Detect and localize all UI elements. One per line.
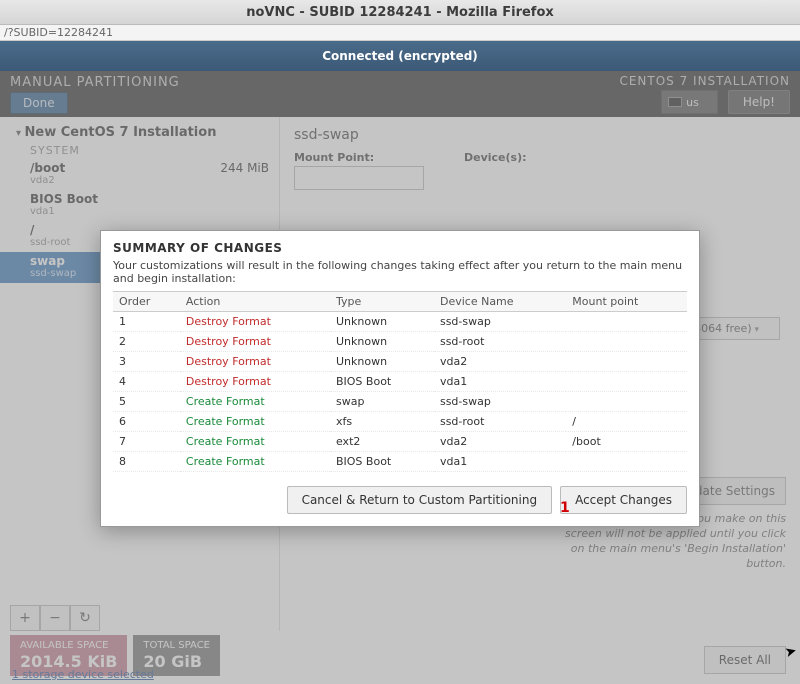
col-mount: Mount point bbox=[566, 292, 687, 312]
col-action: Action bbox=[180, 292, 330, 312]
table-row[interactable]: 1Destroy FormatUnknownssd-swap bbox=[113, 312, 687, 332]
cell-action: Create Format bbox=[180, 392, 330, 412]
cell-action: Create Format bbox=[180, 452, 330, 472]
cell-mount: / bbox=[566, 412, 687, 432]
cell-type: Unknown bbox=[330, 352, 434, 372]
cell-mount bbox=[566, 312, 687, 332]
cell-mount bbox=[566, 452, 687, 472]
col-order: Order bbox=[113, 292, 180, 312]
cell-action: Destroy Format bbox=[180, 352, 330, 372]
cell-mount bbox=[566, 392, 687, 412]
cell-order: 1 bbox=[113, 312, 180, 332]
cell-order: 4 bbox=[113, 372, 180, 392]
cell-mount bbox=[566, 372, 687, 392]
table-row[interactable]: 3Destroy FormatUnknownvda2 bbox=[113, 352, 687, 372]
table-row[interactable]: 5Create Formatswapssd-swap bbox=[113, 392, 687, 412]
cell-action: Create Format bbox=[180, 412, 330, 432]
annotation-marker-1: 1 bbox=[560, 500, 570, 516]
table-row[interactable]: 6Create Formatxfsssd-root/ bbox=[113, 412, 687, 432]
dialog-description: Your customizations will result in the f… bbox=[113, 259, 687, 285]
cell-order: 2 bbox=[113, 332, 180, 352]
table-row[interactable]: 7Create Formatext2vda2/boot bbox=[113, 432, 687, 452]
col-type: Type bbox=[330, 292, 434, 312]
window-title: noVNC - SUBID 12284241 - Mozilla Firefox bbox=[0, 0, 800, 25]
cell-action: Destroy Format bbox=[180, 372, 330, 392]
cell-mount bbox=[566, 332, 687, 352]
summary-of-changes-dialog: SUMMARY OF CHANGES Your customizations w… bbox=[100, 230, 700, 527]
cell-device: ssd-swap bbox=[434, 312, 566, 332]
novnc-status-banner: Connected (encrypted) bbox=[0, 41, 800, 71]
cell-device: vda2 bbox=[434, 352, 566, 372]
cell-order: 3 bbox=[113, 352, 180, 372]
cell-type: BIOS Boot bbox=[330, 452, 434, 472]
cell-action: Destroy Format bbox=[180, 332, 330, 352]
cell-mount: /boot bbox=[566, 432, 687, 452]
cell-type: BIOS Boot bbox=[330, 372, 434, 392]
accept-changes-button[interactable]: Accept Changes bbox=[560, 486, 687, 514]
cell-device: vda1 bbox=[434, 452, 566, 472]
cell-order: 5 bbox=[113, 392, 180, 412]
cell-order: 7 bbox=[113, 432, 180, 452]
cell-device: ssd-swap bbox=[434, 392, 566, 412]
url-bar[interactable]: /?SUBID=12284241 bbox=[0, 25, 800, 41]
cell-mount bbox=[566, 352, 687, 372]
dialog-title: SUMMARY OF CHANGES bbox=[113, 241, 687, 255]
cell-order: 6 bbox=[113, 412, 180, 432]
cancel-return-button[interactable]: Cancel & Return to Custom Partitioning bbox=[287, 486, 553, 514]
table-row[interactable]: 2Destroy FormatUnknownssd-root bbox=[113, 332, 687, 352]
changes-table: Order Action Type Device Name Mount poin… bbox=[113, 291, 687, 472]
cell-device: vda2 bbox=[434, 432, 566, 452]
table-row[interactable]: 4Destroy FormatBIOS Bootvda1 bbox=[113, 372, 687, 392]
cell-device: ssd-root bbox=[434, 332, 566, 352]
cell-order: 8 bbox=[113, 452, 180, 472]
cell-action: Destroy Format bbox=[180, 312, 330, 332]
cell-action: Create Format bbox=[180, 432, 330, 452]
col-device: Device Name bbox=[434, 292, 566, 312]
cell-device: vda1 bbox=[434, 372, 566, 392]
cell-type: Unknown bbox=[330, 312, 434, 332]
cell-type: swap bbox=[330, 392, 434, 412]
cell-device: ssd-root bbox=[434, 412, 566, 432]
table-row[interactable]: 8Create FormatBIOS Bootvda1 bbox=[113, 452, 687, 472]
cell-type: Unknown bbox=[330, 332, 434, 352]
cell-type: xfs bbox=[330, 412, 434, 432]
cell-type: ext2 bbox=[330, 432, 434, 452]
